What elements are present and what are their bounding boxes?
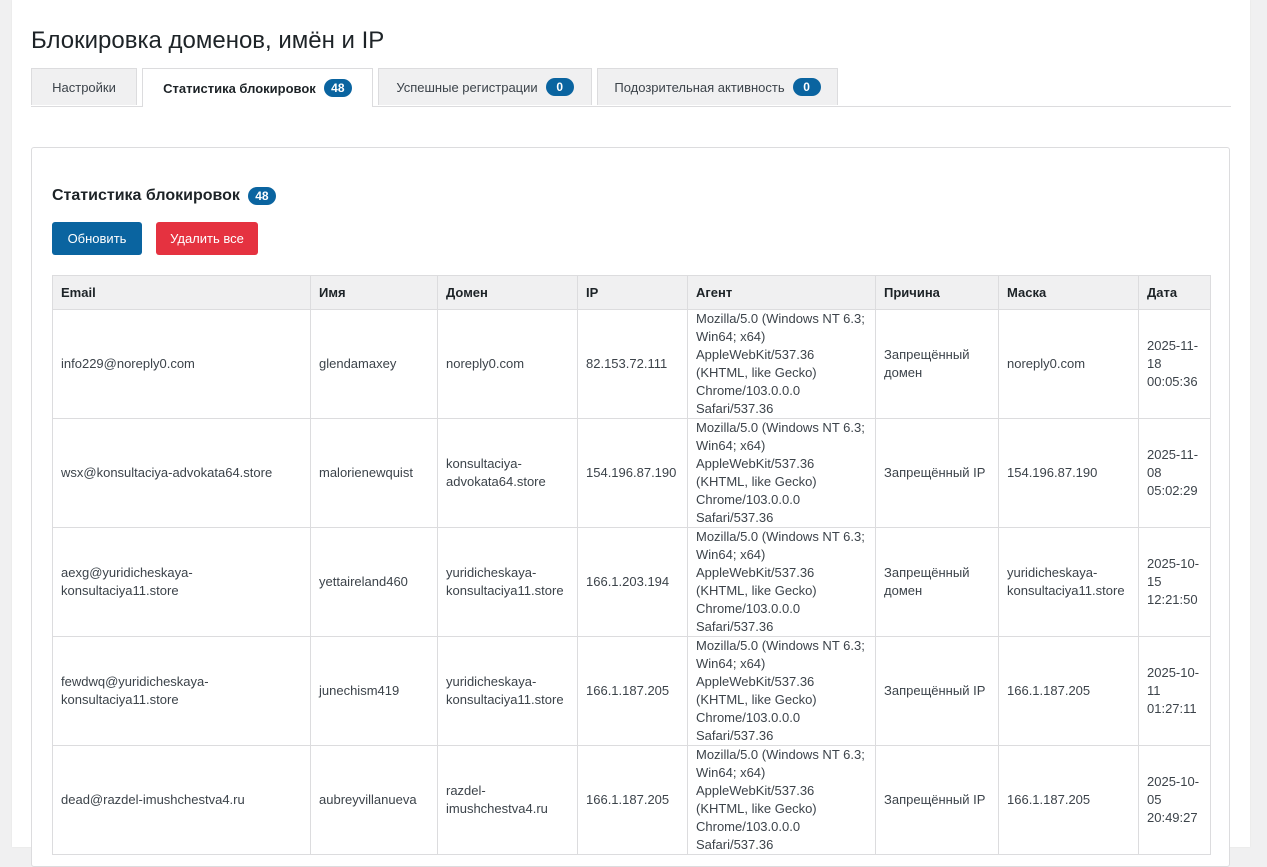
refresh-button[interactable]: Обновить: [52, 222, 142, 255]
cell-agent: Mozilla/5.0 (Windows NT 6.3; Win64; x64)…: [687, 527, 876, 637]
block-stats-table: Email Имя Домен IP Агент Причина Маска Д…: [52, 275, 1211, 855]
cell-domain: noreply0.com: [437, 309, 578, 419]
count-badge: 0: [545, 78, 574, 96]
page-title: Блокировка доменов, имён и IP: [31, 27, 385, 54]
cell-date: 2025-11-18 00:05:36: [1138, 309, 1211, 419]
cell-mask: noreply0.com: [998, 309, 1139, 419]
cell-name: junechism419: [310, 636, 438, 746]
cell-mask: 166.1.187.205: [998, 636, 1139, 746]
cell-name: aubreyvillanueva: [310, 745, 438, 855]
tab-block-stats[interactable]: Статистика блокировок 48: [142, 68, 373, 107]
count-badge: 48: [323, 79, 352, 97]
cell-mask: 154.196.87.190: [998, 418, 1139, 528]
table-row: dead@razdel-imushchestva4.ru aubreyvilla…: [52, 745, 1211, 855]
tab-label: Настройки: [52, 79, 116, 95]
cell-domain: konsultaciya-advokata64.store: [437, 418, 578, 528]
cell-date: 2025-10-15 12:21:50: [1138, 527, 1211, 637]
tab-bar: Настройки Статистика блокировок 48 Успеш…: [31, 68, 1231, 107]
cell-reason: Запрещённый IP: [875, 636, 999, 746]
cell-mask: yuridicheskaya-konsultaciya11.store: [998, 527, 1139, 637]
column-header-domain: Домен: [437, 275, 578, 310]
cell-ip: 166.1.187.205: [577, 745, 688, 855]
tab-suspicious-activity[interactable]: Подозрительная активность 0: [597, 68, 838, 105]
table-row: info229@noreply0.com glendamaxey noreply…: [52, 309, 1211, 419]
cell-name: yettaireland460: [310, 527, 438, 637]
cell-reason: Запрещённый IP: [875, 418, 999, 528]
cell-domain: razdel-imushchestva4.ru: [437, 745, 578, 855]
cell-email: aexg@yuridicheskaya-konsultaciya11.store: [52, 527, 311, 637]
cell-name: malorienewquist: [310, 418, 438, 528]
cell-email: fewdwq@yuridicheskaya-konsultaciya11.sto…: [52, 636, 311, 746]
count-badge: 0: [792, 78, 821, 96]
cell-domain: yuridicheskaya-konsultaciya11.store: [437, 527, 578, 637]
cell-date: 2025-10-11 01:27:11: [1138, 636, 1211, 746]
cell-ip: 82.153.72.111: [577, 309, 688, 419]
stats-panel: Статистика блокировок 48 Обновить Удалит…: [31, 147, 1230, 867]
tab-label: Успешные регистрации: [396, 79, 538, 95]
cell-domain: yuridicheskaya-konsultaciya11.store: [437, 636, 578, 746]
cell-mask: 166.1.187.205: [998, 745, 1139, 855]
panel-title: Статистика блокировок 48: [52, 186, 276, 206]
cell-reason: Запрещённый домен: [875, 309, 999, 419]
cell-ip: 166.1.203.194: [577, 527, 688, 637]
tab-successful-registrations[interactable]: Успешные регистрации 0: [378, 68, 592, 105]
column-header-mask: Маска: [998, 275, 1139, 310]
column-header-name: Имя: [310, 275, 438, 310]
column-header-date: Дата: [1138, 275, 1211, 310]
column-header-agent: Агент: [687, 275, 876, 310]
column-header-ip: IP: [577, 275, 688, 310]
cell-name: glendamaxey: [310, 309, 438, 419]
cell-agent: Mozilla/5.0 (Windows NT 6.3; Win64; x64)…: [687, 745, 876, 855]
delete-all-button[interactable]: Удалить все: [156, 222, 258, 255]
table-row: aexg@yuridicheskaya-konsultaciya11.store…: [52, 527, 1211, 637]
panel-title-text: Статистика блокировок: [52, 187, 240, 204]
tab-label: Статистика блокировок: [163, 80, 316, 96]
cell-reason: Запрещённый IP: [875, 745, 999, 855]
cell-email: wsx@konsultaciya-advokata64.store: [52, 418, 311, 528]
cell-agent: Mozilla/5.0 (Windows NT 6.3; Win64; x64)…: [687, 418, 876, 528]
cell-ip: 154.196.87.190: [577, 418, 688, 528]
tab-settings[interactable]: Настройки: [31, 68, 137, 105]
cell-date: 2025-11-08 05:02:29: [1138, 418, 1211, 528]
cell-email: info229@noreply0.com: [52, 309, 311, 419]
tab-label: Подозрительная активность: [614, 79, 785, 95]
cell-agent: Mozilla/5.0 (Windows NT 6.3; Win64; x64)…: [687, 309, 876, 419]
count-badge: 48: [247, 187, 276, 205]
cell-reason: Запрещённый домен: [875, 527, 999, 637]
cell-date: 2025-10-05 20:49:27: [1138, 745, 1211, 855]
cell-ip: 166.1.187.205: [577, 636, 688, 746]
cell-agent: Mozilla/5.0 (Windows NT 6.3; Win64; x64)…: [687, 636, 876, 746]
table-row: wsx@konsultaciya-advokata64.store malori…: [52, 418, 1211, 528]
table-header-row: Email Имя Домен IP Агент Причина Маска Д…: [52, 275, 1211, 310]
column-header-reason: Причина: [875, 275, 999, 310]
admin-page: Блокировка доменов, имён и IP Настройки …: [12, 0, 1250, 867]
table-row: fewdwq@yuridicheskaya-konsultaciya11.sto…: [52, 636, 1211, 746]
cell-email: dead@razdel-imushchestva4.ru: [52, 745, 311, 855]
column-header-email: Email: [52, 275, 311, 310]
